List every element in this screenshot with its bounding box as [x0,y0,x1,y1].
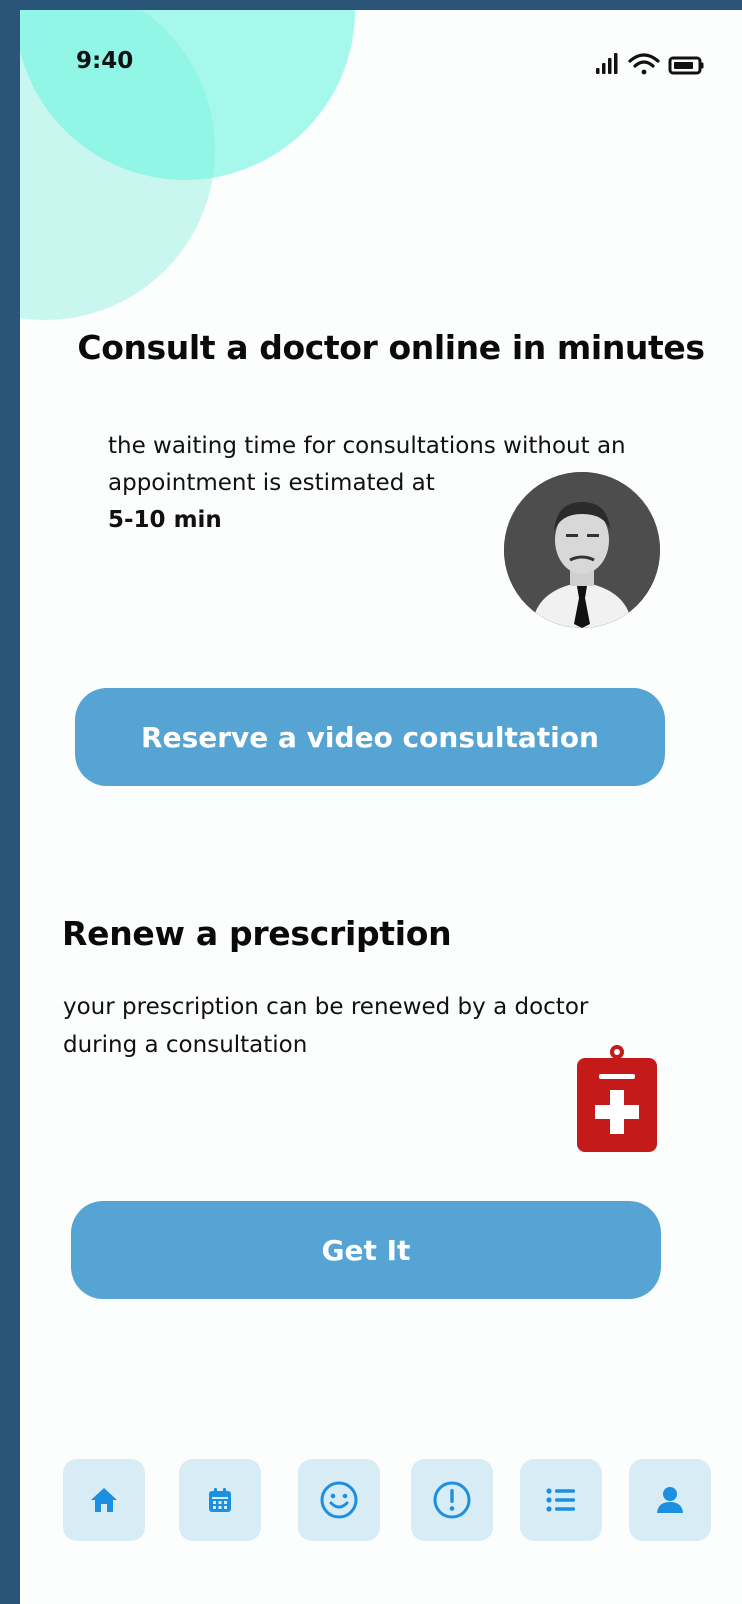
nav-list[interactable] [520,1459,602,1541]
wait-time: 5-10 min [108,507,222,533]
reserve-video-consultation-button[interactable]: Reserve a video consultation [75,688,665,786]
signal-icon [596,53,618,74]
prescription-description: your prescription can be renewed by a do… [63,994,589,1058]
medical-clipboard-icon [575,1044,659,1154]
profile-icon [657,1487,683,1513]
home-icon [91,1488,117,1512]
alert-icon [433,1481,471,1519]
phone-screen: 9:40 Consult a doctor online in minutes … [20,10,742,1604]
smiley-icon [320,1481,358,1519]
wifi-icon [628,53,660,75]
list-icon [546,1488,575,1512]
page-title: Consult a doctor online in minutes [77,328,705,367]
get-it-button[interactable]: Get It [71,1201,661,1299]
doctor-avatar [504,472,660,628]
nav-home[interactable] [63,1459,145,1541]
calendar-icon [209,1488,231,1512]
bottom-navigation [20,1459,742,1543]
nav-mood[interactable] [298,1459,380,1541]
nav-alerts[interactable] [411,1459,493,1541]
nav-profile[interactable] [629,1459,711,1541]
prescription-heading: Renew a prescription [62,914,452,953]
battery-icon [668,56,704,75]
nav-calendar[interactable] [179,1459,261,1541]
status-time: 9:40 [76,48,134,74]
status-icons [592,50,732,80]
